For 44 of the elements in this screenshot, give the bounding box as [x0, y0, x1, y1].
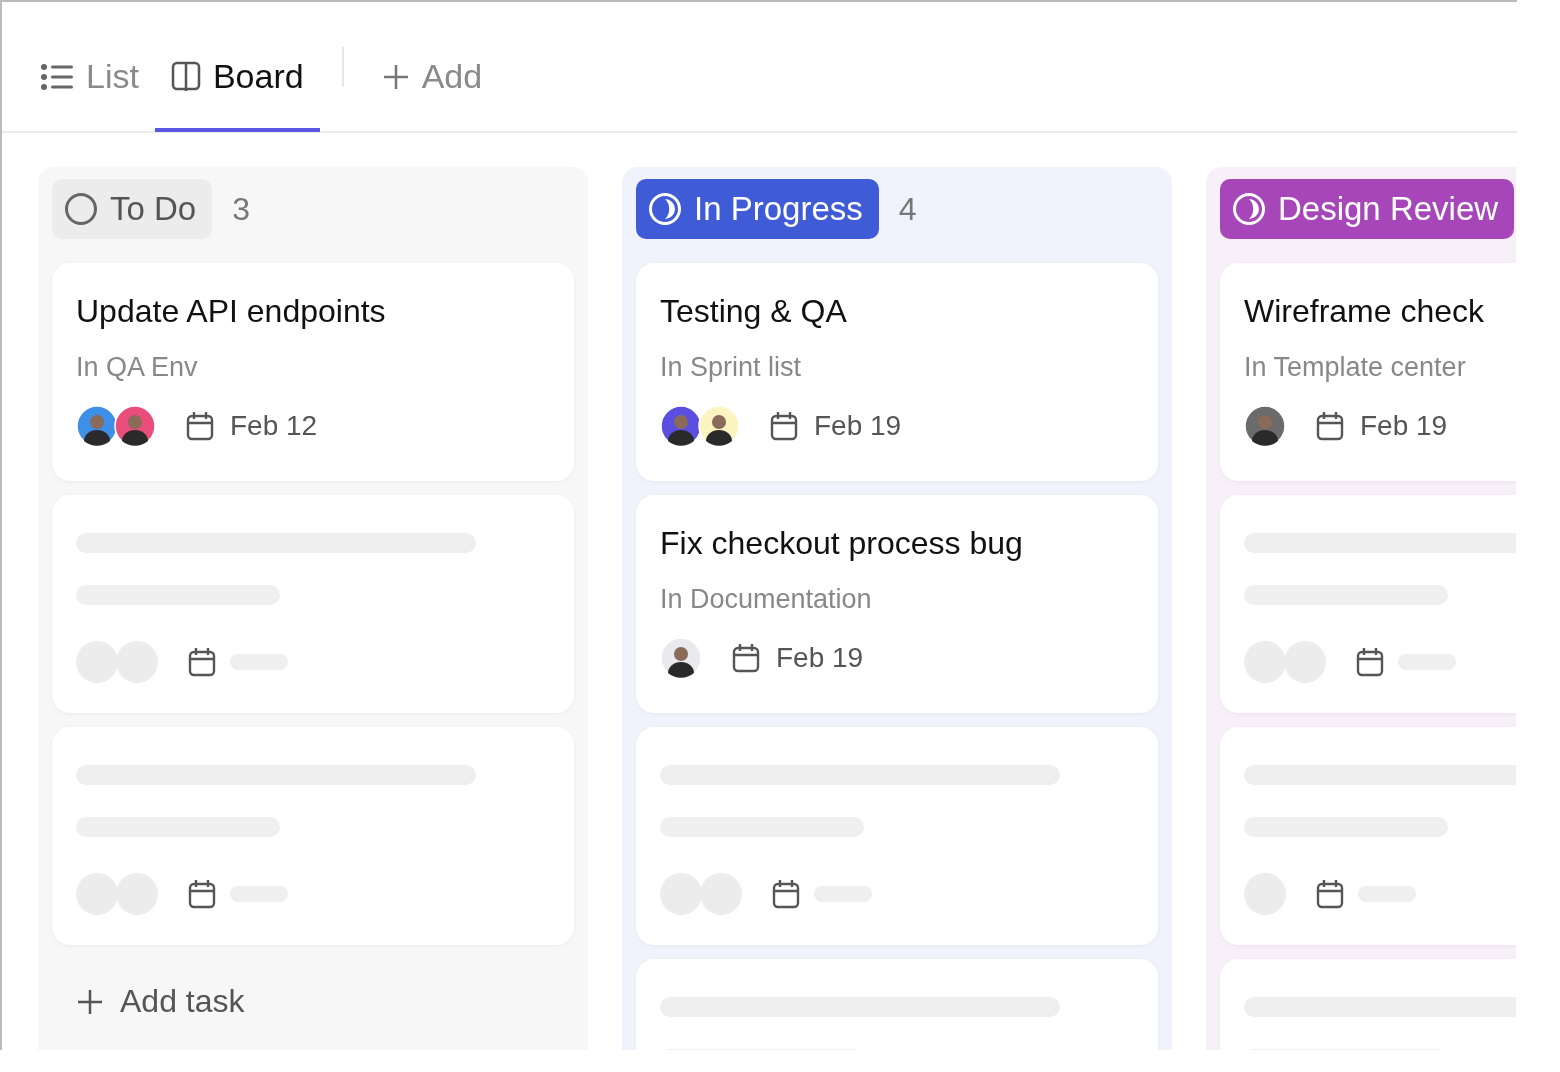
plus-icon [381, 62, 410, 91]
task-title: Wireframe check [1244, 293, 1486, 330]
task-location: In QA Env [76, 352, 199, 383]
status-chip[interactable]: In Progress [636, 179, 879, 239]
calendar-icon [772, 879, 800, 909]
task-card[interactable]: Update API endpoints In QA Env Feb 12 [52, 263, 574, 481]
status-chip[interactable]: To Do [52, 179, 213, 239]
task-card[interactable]: Testing & QA In Sprint list Feb 19 [636, 263, 1158, 481]
due-date: Feb 19 [1360, 410, 1448, 442]
task-title: Fix checkout process bug [660, 525, 1024, 562]
progress-icon [1232, 192, 1266, 226]
calendar-icon [1316, 411, 1344, 441]
view-tab[interactable]: Board [154, 3, 320, 132]
task-count: 4 [898, 190, 917, 228]
task-card[interactable] [636, 727, 1158, 945]
task-card[interactable] [52, 727, 574, 945]
task-card[interactable] [1220, 727, 1516, 945]
calendar-icon [1356, 647, 1384, 677]
task-title: Update API endpoints [76, 293, 387, 330]
status-chip[interactable]: Design Review [1220, 179, 1515, 239]
add-task-button[interactable]: Add task [52, 959, 269, 1044]
task-card[interactable] [1220, 495, 1516, 713]
circle-icon [64, 192, 98, 226]
progress-icon [648, 192, 682, 226]
board-icon [170, 60, 201, 93]
task-title: Testing & QA [660, 293, 848, 330]
task-location: In Template center [1244, 352, 1467, 383]
calendar-icon [1316, 879, 1344, 909]
list-icon [40, 62, 74, 91]
due-date: Feb 19 [814, 410, 902, 442]
task-count: 3 [232, 190, 250, 228]
task-card[interactable] [52, 495, 574, 713]
calendar-icon [188, 879, 216, 909]
task-card[interactable]: Fix checkout process bug In Documentation Feb 19 [636, 495, 1158, 713]
due-date: Feb 12 [230, 410, 318, 442]
task-location: In Documentation [660, 584, 873, 615]
calendar-icon [732, 643, 760, 673]
calendar-icon [188, 647, 216, 677]
due-date: Feb 19 [776, 642, 864, 674]
plus-icon [76, 987, 104, 1016]
task-location: In Sprint list [660, 352, 803, 383]
calendar-icon [770, 411, 798, 441]
task-card[interactable]: Wireframe check In Template center Feb 19 [1220, 263, 1516, 481]
calendar-icon [186, 411, 214, 441]
